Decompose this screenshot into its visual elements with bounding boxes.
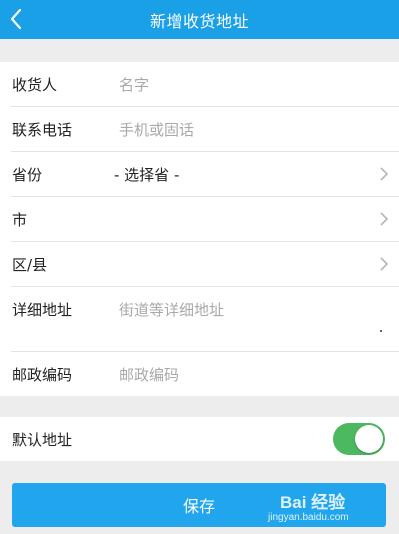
recipient-input[interactable]: 名字 xyxy=(119,74,149,95)
address-input[interactable]: 街道等详细地址 xyxy=(119,299,224,320)
recipient-label: 收货人 xyxy=(12,75,58,94)
chevron-right-icon xyxy=(380,257,389,271)
back-arrow-icon[interactable] xyxy=(4,6,30,32)
city-row[interactable]: 市 xyxy=(0,197,399,241)
district-row[interactable]: 区/县 xyxy=(0,242,399,286)
default-address-label: 默认地址 xyxy=(12,430,73,449)
page-title: 新增收货地址 xyxy=(149,11,249,31)
text-cursor-mark xyxy=(380,330,382,332)
address-form: 收货人 名字 联系电话 手机或固话 省份 - 选择省 - 市 区/县 详细地址 … xyxy=(0,62,399,396)
province-select[interactable]: - 选择省 - xyxy=(114,164,179,185)
postcode-input[interactable]: 邮政编码 xyxy=(119,364,179,385)
address-label: 详细地址 xyxy=(12,301,73,319)
province-row[interactable]: 省份 - 选择省 - xyxy=(0,152,399,196)
phone-row: 联系电话 手机或固话 xyxy=(0,107,399,151)
postcode-label: 邮政编码 xyxy=(12,365,73,384)
province-label: 省份 xyxy=(12,165,43,184)
phone-label: 联系电话 xyxy=(12,120,73,139)
district-label: 区/县 xyxy=(12,255,48,274)
chevron-right-icon xyxy=(380,167,389,181)
address-row: 详细地址 街道等详细地址 xyxy=(0,287,399,351)
phone-input[interactable]: 手机或固话 xyxy=(119,119,194,140)
postcode-row: 邮政编码 邮政编码 xyxy=(0,352,399,396)
save-button[interactable]: 保存 xyxy=(12,483,386,527)
city-label: 市 xyxy=(12,210,28,229)
default-address-group: 默认地址 xyxy=(0,417,399,461)
title-bar: 新增收货地址 xyxy=(0,0,399,39)
default-address-row: 默认地址 xyxy=(0,417,399,461)
chevron-right-icon xyxy=(380,212,389,226)
default-address-toggle[interactable] xyxy=(333,423,385,455)
recipient-row: 收货人 名字 xyxy=(0,62,399,106)
toggle-knob xyxy=(355,425,383,453)
